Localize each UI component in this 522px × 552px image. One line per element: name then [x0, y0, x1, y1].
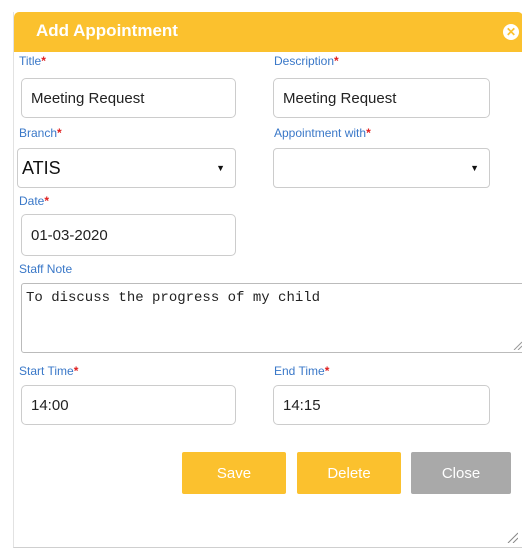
- required-marker: *: [73, 364, 79, 378]
- delete-button[interactable]: Delete: [297, 452, 401, 494]
- date-label-text: Date: [19, 194, 45, 208]
- appointment-with-label-text: Appointment with: [274, 126, 367, 140]
- date-input[interactable]: 01-03-2020: [21, 214, 236, 256]
- start-time-input-value: 14:00: [31, 396, 69, 414]
- date-label: Date*: [19, 194, 49, 208]
- description-label: Description*: [274, 54, 339, 68]
- description-input-value: Meeting Request: [283, 89, 397, 107]
- staff-note-textarea[interactable]: To discuss the progress of my child: [21, 283, 522, 353]
- title-label-text: Title: [19, 54, 42, 68]
- close-button[interactable]: Close: [411, 452, 511, 494]
- date-input-value: 01-03-2020: [31, 226, 108, 244]
- staff-note-label-text: Staff Note: [19, 262, 73, 276]
- branch-label: Branch*: [19, 126, 62, 140]
- end-time-label-text: End Time: [274, 364, 325, 378]
- save-button[interactable]: Save: [182, 452, 286, 494]
- dialog-resize-grip-icon[interactable]: [506, 531, 518, 543]
- required-marker: *: [41, 54, 46, 68]
- dialog-titlebar: Add Appointment ✕: [14, 12, 522, 52]
- required-marker: *: [44, 194, 50, 208]
- description-label-text: Description: [274, 54, 335, 68]
- description-input[interactable]: Meeting Request: [273, 78, 490, 118]
- required-marker: *: [57, 126, 62, 140]
- close-icon[interactable]: ✕: [503, 24, 519, 40]
- end-time-input[interactable]: 14:15: [273, 385, 490, 425]
- start-time-input[interactable]: 14:00: [21, 385, 236, 425]
- staff-note-value: To discuss the progress of my child: [26, 290, 321, 306]
- branch-select[interactable]: ATIS ▼: [17, 148, 236, 188]
- start-time-label: Start Time*: [19, 364, 78, 378]
- branch-label-text: Branch: [19, 126, 58, 140]
- end-time-label: End Time*: [274, 364, 329, 378]
- title-input[interactable]: Meeting Request: [21, 78, 236, 118]
- branch-select-value: ATIS: [22, 157, 61, 178]
- add-appointment-dialog: Add Appointment ✕ Title* Meeting Request…: [13, 12, 522, 548]
- start-time-label-text: Start Time: [19, 364, 74, 378]
- staff-note-label: Staff Note: [19, 262, 72, 276]
- title-input-value: Meeting Request: [31, 89, 145, 107]
- dropdown-caret-icon: ▼: [470, 163, 479, 173]
- required-marker: *: [324, 364, 330, 378]
- resize-grip-icon[interactable]: [512, 340, 522, 350]
- required-marker: *: [366, 126, 371, 140]
- end-time-input-value: 14:15: [283, 396, 321, 414]
- appointment-with-select[interactable]: ▼: [273, 148, 490, 188]
- appointment-with-label: Appointment with*: [274, 126, 371, 140]
- dropdown-caret-icon: ▼: [216, 163, 225, 173]
- required-marker: *: [334, 54, 339, 68]
- title-label: Title*: [19, 54, 46, 68]
- dialog-title: Add Appointment: [36, 21, 178, 40]
